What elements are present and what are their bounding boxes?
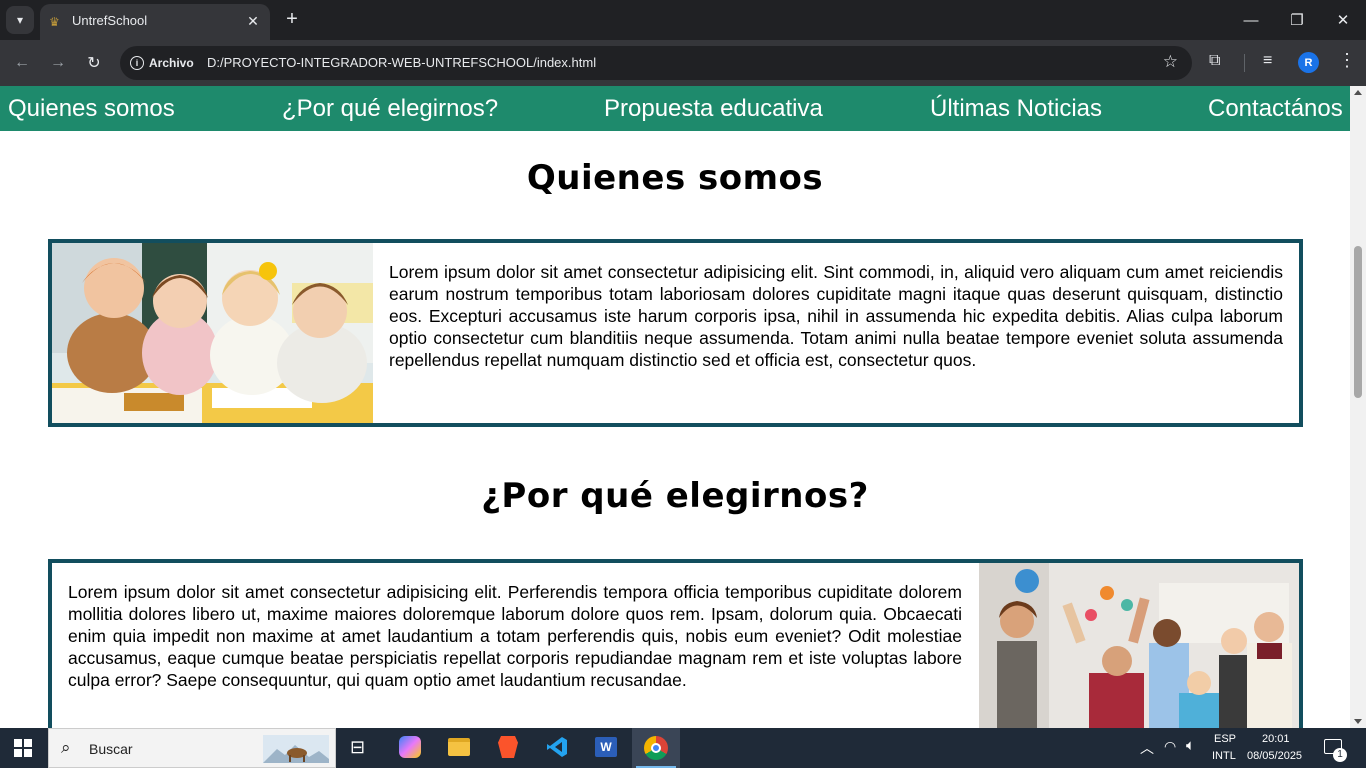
network-icon[interactable]: ◠: [1164, 738, 1176, 755]
address-bar[interactable]: i Archivo D:/PROYECTO-INTEGRADOR-WEB-UNT…: [120, 46, 1192, 80]
section-title-por-que-elegirnos: ¿Por qué elegirnos?: [481, 476, 869, 516]
keyboard-layout[interactable]: INTL: [1212, 750, 1236, 762]
minimize-button[interactable]: —: [1228, 0, 1274, 40]
nav-link-por-que-elegirnos[interactable]: ¿Por qué elegirnos?: [282, 95, 498, 123]
nav-link-contactanos[interactable]: Contactános: [1208, 95, 1343, 123]
children-photo: [52, 243, 373, 423]
site-info-chip[interactable]: i Archivo: [126, 50, 202, 76]
copilot-icon[interactable]: [399, 736, 421, 758]
bookmark-star-icon[interactable]: ☆: [1163, 52, 1178, 72]
windows-taskbar: ⌕ Buscar ⊟ W ︿ ◠ 🔈︎ ESP INTL 20:01 08/05…: [0, 728, 1366, 768]
tab-search-dropdown-icon[interactable]: ▾: [6, 6, 34, 34]
scroll-up-arrow-icon[interactable]: [1354, 90, 1362, 95]
back-arrow-icon[interactable]: ←: [9, 50, 35, 76]
info-icon: i: [130, 56, 144, 70]
forward-arrow-icon[interactable]: →: [45, 50, 71, 76]
close-window-button[interactable]: ✕: [1320, 0, 1366, 40]
clock-date[interactable]: 08/05/2025: [1247, 750, 1302, 762]
browser-toolbar: ← → ↻ i Archivo D:/PROYECTO-INTEGRADOR-W…: [0, 40, 1366, 86]
browser-tab[interactable]: ♛ UntrefSchool ✕: [40, 4, 270, 40]
show-hidden-icons-chevron-icon[interactable]: ︿: [1140, 738, 1154, 758]
taskbar-search-box[interactable]: ⌕ Buscar: [48, 728, 336, 768]
page-scrollbar[interactable]: [1350, 86, 1366, 728]
reload-icon[interactable]: ↻: [81, 50, 107, 76]
site-info-label: Archivo: [149, 56, 194, 70]
nav-link-quienes-somos[interactable]: Quienes somos: [8, 95, 175, 123]
tab-close-icon[interactable]: ✕: [244, 12, 262, 30]
search-icon: ⌕: [61, 738, 71, 757]
input-language[interactable]: ESP: [1214, 733, 1236, 745]
word-icon[interactable]: W: [595, 737, 617, 757]
page-viewport: Quienes somos ¿Por qué elegirnos? Propue…: [0, 86, 1350, 728]
scroll-down-arrow-icon[interactable]: [1354, 719, 1362, 724]
chrome-icon-center: [651, 743, 661, 753]
volume-icon[interactable]: 🔈︎: [1186, 737, 1195, 754]
chrome-active-app[interactable]: [632, 728, 680, 768]
classroom-photo: [979, 563, 1299, 728]
toolbar-divider: [1244, 54, 1245, 72]
notification-count-badge: 1: [1333, 748, 1347, 762]
por-que-elegirnos-text: Lorem ipsum dolor sit amet consectetur a…: [68, 582, 962, 690]
start-windows-icon[interactable]: [14, 739, 32, 757]
brave-icon[interactable]: [498, 736, 518, 758]
profile-avatar[interactable]: R: [1298, 52, 1319, 73]
nav-link-propuesta-educativa[interactable]: Propuesta educativa: [604, 95, 823, 123]
extensions-icon[interactable]: ⧉: [1209, 52, 1220, 70]
task-view-icon[interactable]: ⊟: [350, 737, 365, 758]
vscode-icon[interactable]: [546, 736, 568, 758]
quienes-somos-card: Lorem ipsum dolor sit amet consectetur a…: [48, 239, 1303, 427]
search-highlight-illustration-icon: [263, 735, 329, 763]
tab-favicon-icon: ♛: [49, 15, 60, 29]
site-navigation: Quienes somos ¿Por qué elegirnos? Propue…: [0, 86, 1350, 131]
restore-button[interactable]: ❐: [1274, 0, 1320, 40]
clock-time[interactable]: 20:01: [1262, 733, 1290, 745]
menu-kebab-icon[interactable]: ⋮: [1338, 50, 1356, 71]
new-tab-button[interactable]: +: [282, 8, 302, 30]
browser-titlebar: ▾ ♛ UntrefSchool ✕ + — ❐ ✕: [0, 0, 1366, 40]
por-que-elegirnos-card: Lorem ipsum dolor sit amet consectetur a…: [48, 559, 1303, 728]
section-title-quienes-somos: Quienes somos: [526, 158, 824, 198]
nav-link-ultimas-noticias[interactable]: Últimas Noticias: [930, 95, 1102, 123]
quienes-somos-text: Lorem ipsum dolor sit amet consectetur a…: [389, 262, 1283, 370]
tab-title: UntrefSchool: [72, 13, 148, 28]
media-controls-icon[interactable]: ≡: [1263, 52, 1272, 70]
file-explorer-icon[interactable]: [448, 738, 470, 756]
url-text[interactable]: D:/PROYECTO-INTEGRADOR-WEB-UNTREFSCHOOL/…: [207, 55, 596, 70]
taskbar-search-placeholder: Buscar: [89, 741, 133, 757]
scroll-thumb[interactable]: [1354, 246, 1362, 398]
